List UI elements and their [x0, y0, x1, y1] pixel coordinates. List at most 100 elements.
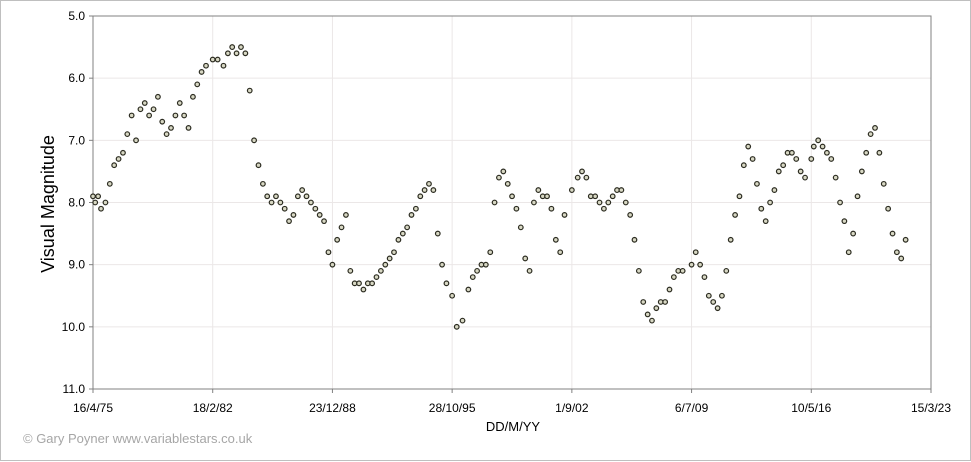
data-point — [596, 199, 603, 206]
data-point — [867, 131, 874, 138]
data-point — [377, 267, 384, 274]
data-point — [788, 149, 795, 156]
data-point — [325, 249, 332, 256]
data-point — [168, 124, 174, 131]
data-point — [705, 292, 712, 299]
data-point — [688, 261, 695, 268]
x-axis-ticks: 16/4/75 18/2/82 23/12/88 28/10/95 1/9/02 6/7/… — [73, 389, 951, 415]
data-point — [146, 112, 153, 119]
credit-text: © Gary Poyner www.variablestars.co.uk — [23, 431, 253, 446]
data-point — [137, 106, 144, 113]
data-point — [111, 162, 118, 169]
data-point — [176, 100, 183, 106]
data-point — [338, 224, 345, 231]
data-point — [496, 174, 502, 181]
data-point — [141, 100, 148, 106]
data-point — [487, 249, 494, 256]
data-point — [583, 174, 590, 181]
data-point — [482, 261, 489, 268]
data-point — [214, 56, 221, 63]
chart-frame: 16/4/75 18/2/82 23/12/88 28/10/95 1/9/02 6/7/… — [0, 0, 971, 461]
data-point — [561, 212, 568, 218]
y-tick-label: 7.0 — [68, 133, 85, 147]
data-point — [434, 230, 441, 237]
data-point — [701, 274, 708, 281]
data-point — [264, 193, 271, 200]
data-point — [513, 205, 520, 212]
data-point — [579, 168, 585, 175]
data-point — [128, 112, 135, 119]
data-point — [242, 50, 249, 57]
data-point — [793, 156, 800, 162]
data-point — [220, 62, 227, 69]
data-point — [517, 224, 524, 231]
data-point — [426, 180, 432, 187]
data-point — [115, 156, 122, 162]
data-point — [719, 292, 725, 299]
data-point — [557, 249, 564, 256]
data-point — [95, 193, 102, 200]
data-point — [568, 187, 575, 193]
data-point — [841, 218, 848, 225]
data-point — [347, 267, 354, 274]
data-point — [889, 230, 896, 237]
data-point — [159, 118, 166, 125]
data-point — [255, 162, 262, 169]
data-point — [692, 249, 699, 256]
data-point — [439, 261, 445, 268]
x-tick-label: 1/9/02 — [555, 401, 589, 415]
x-tick-label: 18/2/82 — [193, 401, 233, 415]
data-point — [758, 205, 765, 212]
data-point — [670, 274, 677, 281]
data-point — [469, 274, 476, 281]
data-point — [238, 44, 244, 50]
data-point — [408, 212, 415, 218]
data-point — [98, 205, 104, 212]
data-point — [106, 180, 113, 187]
data-point — [828, 156, 835, 162]
data-point — [90, 193, 96, 200]
data-point — [662, 299, 669, 305]
data-point — [404, 224, 411, 231]
data-point — [155, 93, 161, 100]
data-point — [233, 50, 240, 57]
data-point — [356, 280, 362, 287]
data-point — [190, 93, 196, 100]
data-point — [453, 323, 460, 330]
x-tick-label: 6/7/09 — [675, 401, 709, 415]
data-point — [863, 149, 870, 156]
data-point — [268, 199, 275, 206]
data-point — [885, 205, 892, 212]
data-point — [810, 143, 817, 150]
data-point — [535, 187, 542, 193]
data-point — [522, 255, 529, 262]
data-point — [229, 44, 236, 50]
data-point — [653, 305, 660, 312]
data-point — [609, 193, 616, 200]
data-point — [277, 199, 284, 206]
data-point — [120, 149, 126, 156]
data-point — [194, 81, 201, 88]
y-axis-label: Visual Magnitude — [38, 135, 58, 273]
data-point — [714, 305, 721, 312]
data-point — [303, 193, 310, 200]
data-point — [133, 137, 139, 144]
data-point — [618, 187, 625, 193]
data-point — [780, 162, 787, 169]
data-point — [312, 205, 319, 212]
data-point — [876, 149, 883, 156]
data-point — [343, 212, 349, 218]
data-point — [762, 218, 769, 225]
data-point — [124, 131, 131, 138]
data-point — [281, 205, 288, 212]
y-tick-label: 8.0 — [68, 196, 85, 210]
data-point — [600, 205, 607, 212]
data-point — [273, 193, 279, 200]
data-point — [399, 230, 406, 237]
x-tick-label: 23/12/88 — [309, 401, 356, 415]
data-point — [872, 124, 878, 131]
data-point — [605, 199, 612, 206]
data-point — [745, 143, 752, 150]
data-point — [150, 106, 157, 113]
data-point — [198, 69, 205, 75]
